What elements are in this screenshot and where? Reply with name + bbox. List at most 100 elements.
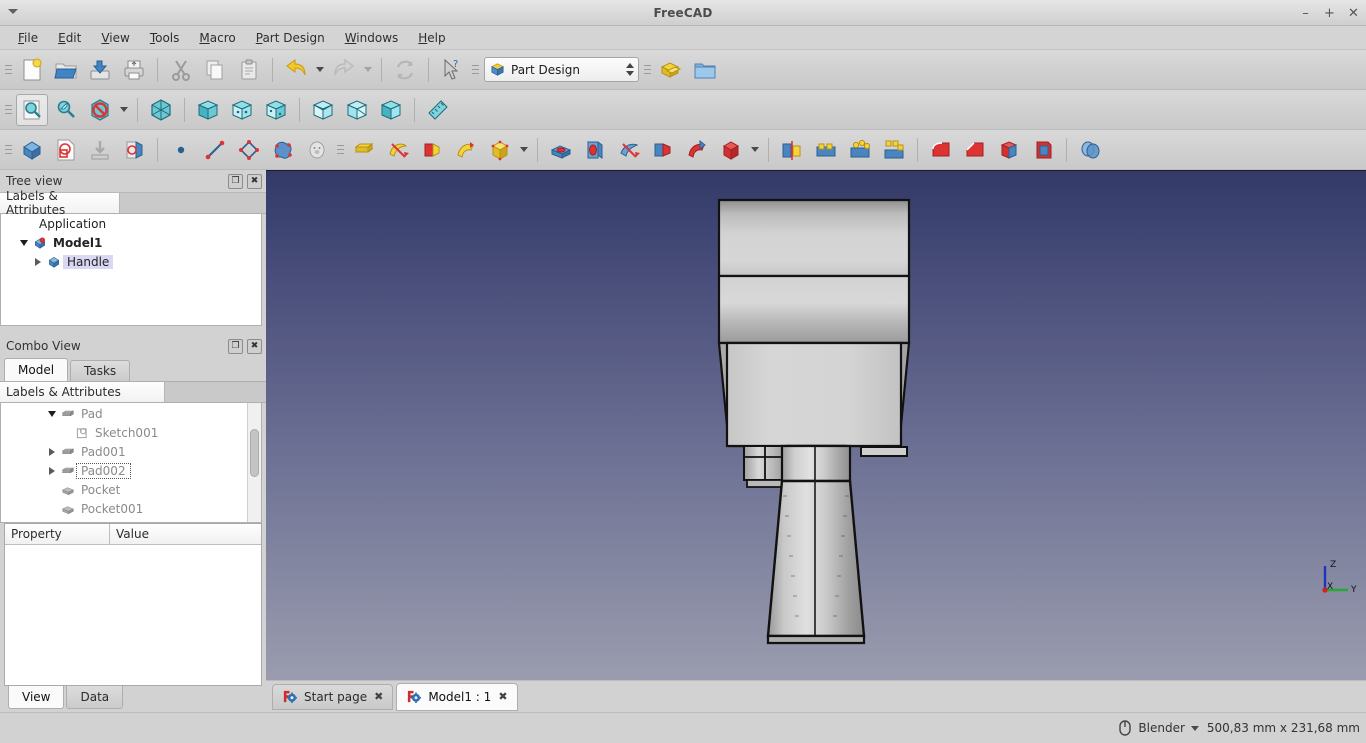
draft-icon[interactable] (993, 134, 1025, 166)
tree-item-pocket[interactable]: Pocket (1, 480, 261, 499)
maximize-button[interactable]: + (1323, 7, 1336, 20)
document-tab-close-icon[interactable]: ✖ (374, 690, 383, 703)
subtractive-dropdown-icon[interactable] (748, 134, 762, 166)
expand-arrow-down-icon[interactable] (17, 233, 31, 252)
tree-item-pad[interactable]: Pad (1, 404, 261, 423)
shape-binder-icon[interactable] (267, 134, 299, 166)
open-folder-icon[interactable] (50, 54, 82, 86)
toolbar-grip[interactable] (336, 137, 345, 163)
tree-item-model1[interactable]: Model1 (1, 233, 261, 252)
print-icon[interactable] (118, 54, 150, 86)
3d-viewport[interactable]: Z Y X (266, 170, 1366, 680)
left-view-icon[interactable] (375, 94, 407, 126)
revolution-icon[interactable] (382, 134, 414, 166)
undo-icon[interactable] (280, 54, 312, 86)
combo-view-tab-model[interactable]: Model (4, 358, 69, 381)
undo-dropdown-icon[interactable] (313, 54, 327, 86)
paste-icon[interactable] (233, 54, 265, 86)
additive-pipe-icon[interactable] (450, 134, 482, 166)
create-sketch-icon[interactable] (50, 134, 82, 166)
menu-macro[interactable]: Macro (189, 28, 245, 48)
rear-view-icon[interactable] (307, 94, 339, 126)
document-tab-model1-1[interactable]: Model1 : 1 ✖ (396, 682, 518, 711)
minimize-button[interactable]: – (1299, 7, 1312, 20)
subtractive-loft-icon[interactable] (647, 134, 679, 166)
tree-item-pad001[interactable]: Pad001 (1, 442, 261, 461)
subtractive-pipe-icon[interactable] (681, 134, 713, 166)
combo-view-scrollbar[interactable] (247, 403, 261, 522)
property-tab-data[interactable]: Data (66, 686, 124, 709)
datum-plane-icon[interactable] (233, 134, 265, 166)
handle-model[interactable] (266, 171, 1366, 671)
document-tab-close-icon[interactable]: ✖ (498, 690, 507, 703)
combo-view-float-icon[interactable]: ❐ (228, 338, 243, 354)
menu-windows[interactable]: Windows (335, 28, 409, 48)
groove-icon[interactable] (613, 134, 645, 166)
front-view-icon[interactable] (192, 94, 224, 126)
property-table-body[interactable] (5, 545, 261, 685)
toolbar-grip[interactable] (4, 137, 13, 163)
tree-view-close-icon[interactable]: ✖ (247, 173, 262, 189)
whats-this-icon[interactable]: ? (436, 54, 468, 86)
toolbar-grip[interactable] (643, 57, 652, 83)
menu-view[interactable]: View (91, 28, 139, 48)
additive-dropdown-icon[interactable] (517, 134, 531, 166)
combo-view-column-header[interactable]: Labels & Attributes (0, 381, 266, 403)
mirrored-icon[interactable] (776, 134, 808, 166)
bottom-view-icon[interactable] (341, 94, 373, 126)
combo-view-tab-tasks[interactable]: Tasks (70, 360, 131, 381)
top-view-icon[interactable] (226, 94, 258, 126)
chamfer-icon[interactable] (959, 134, 991, 166)
menu-part-design[interactable]: Part Design (246, 28, 335, 48)
expand-arrow-down-icon[interactable] (45, 404, 59, 423)
subtractive-box-icon[interactable] (715, 134, 747, 166)
combo-view-close-icon[interactable]: ✖ (247, 338, 262, 354)
tree-item-handle[interactable]: Handle (1, 252, 261, 271)
property-tab-view[interactable]: View (8, 686, 65, 709)
property-column-header[interactable]: Property (5, 524, 110, 545)
draw-style-icon[interactable] (84, 94, 116, 126)
combo-view-column-labels[interactable]: Labels & Attributes (0, 382, 165, 402)
fillet-icon[interactable] (925, 134, 957, 166)
expand-arrow-right-icon[interactable] (31, 252, 45, 271)
tree-item-sketch001[interactable]: Sketch001 (1, 423, 261, 442)
toolbar-grip[interactable] (471, 57, 480, 83)
polar-pattern-icon[interactable] (844, 134, 876, 166)
tree-item-pocket001[interactable]: Pocket001 (1, 499, 261, 518)
edit-sketch-icon[interactable] (118, 134, 150, 166)
measure-icon[interactable] (422, 94, 454, 126)
thickness-icon[interactable] (1027, 134, 1059, 166)
pad-icon[interactable] (348, 134, 380, 166)
zoom-box-icon[interactable] (50, 94, 82, 126)
multi-transform-icon[interactable] (878, 134, 910, 166)
expand-arrow-right-icon[interactable] (45, 442, 59, 461)
scroll-down-button[interactable] (248, 509, 261, 522)
workbench-selector[interactable]: Part Design (484, 57, 639, 82)
combo-view-scroll-thumb[interactable] (250, 429, 259, 477)
tree-view-column-labels[interactable]: Labels & Attributes (0, 189, 120, 217)
draw-style-dropdown-icon[interactable] (117, 94, 131, 126)
pocket-icon[interactable] (545, 134, 577, 166)
menu-help[interactable]: Help (408, 28, 455, 48)
menu-tools[interactable]: Tools (140, 28, 190, 48)
toolbar-grip[interactable] (4, 57, 13, 83)
line-icon[interactable] (199, 134, 231, 166)
window-menu-icon[interactable] (8, 9, 18, 14)
menu-edit[interactable]: Edit (48, 28, 91, 48)
copy-icon[interactable] (199, 54, 231, 86)
fit-all-icon[interactable] (16, 93, 48, 126)
axonometric-icon[interactable] (145, 94, 177, 126)
navigation-dropdown-icon[interactable] (1190, 725, 1199, 731)
refresh-icon[interactable] (389, 54, 421, 86)
linear-pattern-icon[interactable] (810, 134, 842, 166)
folder-icon[interactable] (689, 54, 721, 86)
create-body-icon[interactable] (16, 134, 48, 166)
navigation-style-selector[interactable]: Blender (1118, 720, 1199, 736)
tree-item-pad002[interactable]: Pad002 (1, 461, 261, 480)
scroll-up-button[interactable] (248, 403, 261, 416)
additive-loft-icon[interactable] (416, 134, 448, 166)
attachment-icon[interactable] (84, 134, 116, 166)
toolbar-grip[interactable] (4, 97, 13, 123)
expand-arrow-right-icon[interactable] (45, 461, 59, 480)
new-document-icon[interactable] (16, 54, 48, 86)
